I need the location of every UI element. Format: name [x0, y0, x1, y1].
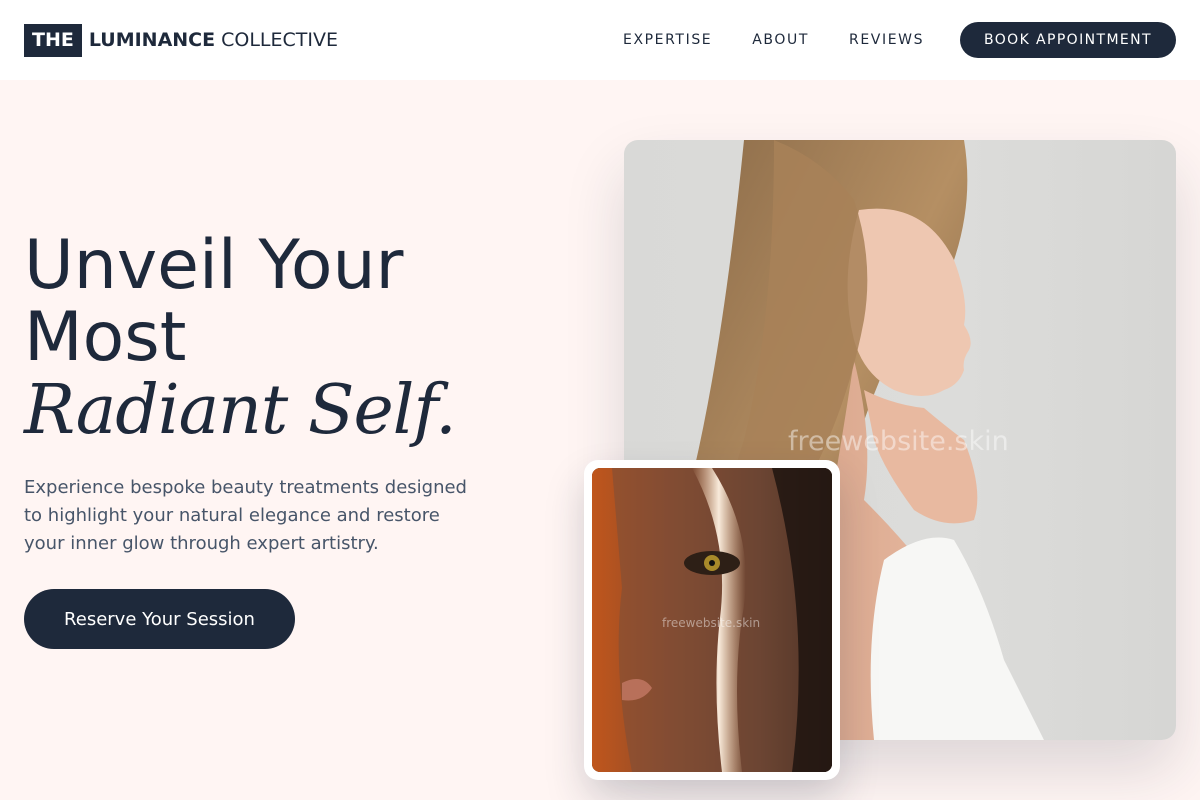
- hero-subtitle: Experience bespoke beauty treatments des…: [24, 477, 467, 554]
- nav-link-about[interactable]: ABOUT: [752, 32, 809, 48]
- logo-name: LUMINANCE: [88, 29, 216, 51]
- hero-title: Unveil Your Most Radiant Self.: [24, 230, 457, 450]
- hero-title-italic: Radiant Self.: [24, 371, 457, 450]
- main-nav: EXPERTISE ABOUT REVIEWS: [623, 0, 924, 80]
- logo-prefix-badge: THE: [24, 23, 82, 57]
- secondary-photo-card: freewebsite.skin: [584, 460, 840, 780]
- book-appointment-button[interactable]: BOOK APPOINTMENT: [960, 22, 1176, 58]
- logo-suffix: COLLECTIVE: [221, 29, 338, 51]
- reserve-session-button[interactable]: Reserve Your Session: [24, 589, 295, 649]
- nav-link-reviews[interactable]: REVIEWS: [849, 32, 924, 48]
- nav-link-expertise[interactable]: EXPERTISE: [623, 32, 712, 48]
- hero-title-line2: Most: [24, 298, 187, 377]
- main-photo-watermark: freewebsite.skin: [788, 426, 1009, 457]
- secondary-photo-watermark: freewebsite.skin: [662, 616, 761, 630]
- hero-title-line1: Unveil Your: [24, 226, 404, 305]
- secondary-photo: freewebsite.skin: [592, 468, 832, 772]
- site-header: THE LUMINANCE COLLECTIVE EXPERTISE ABOUT…: [0, 0, 1200, 80]
- brand-logo[interactable]: THE LUMINANCE COLLECTIVE: [24, 23, 338, 57]
